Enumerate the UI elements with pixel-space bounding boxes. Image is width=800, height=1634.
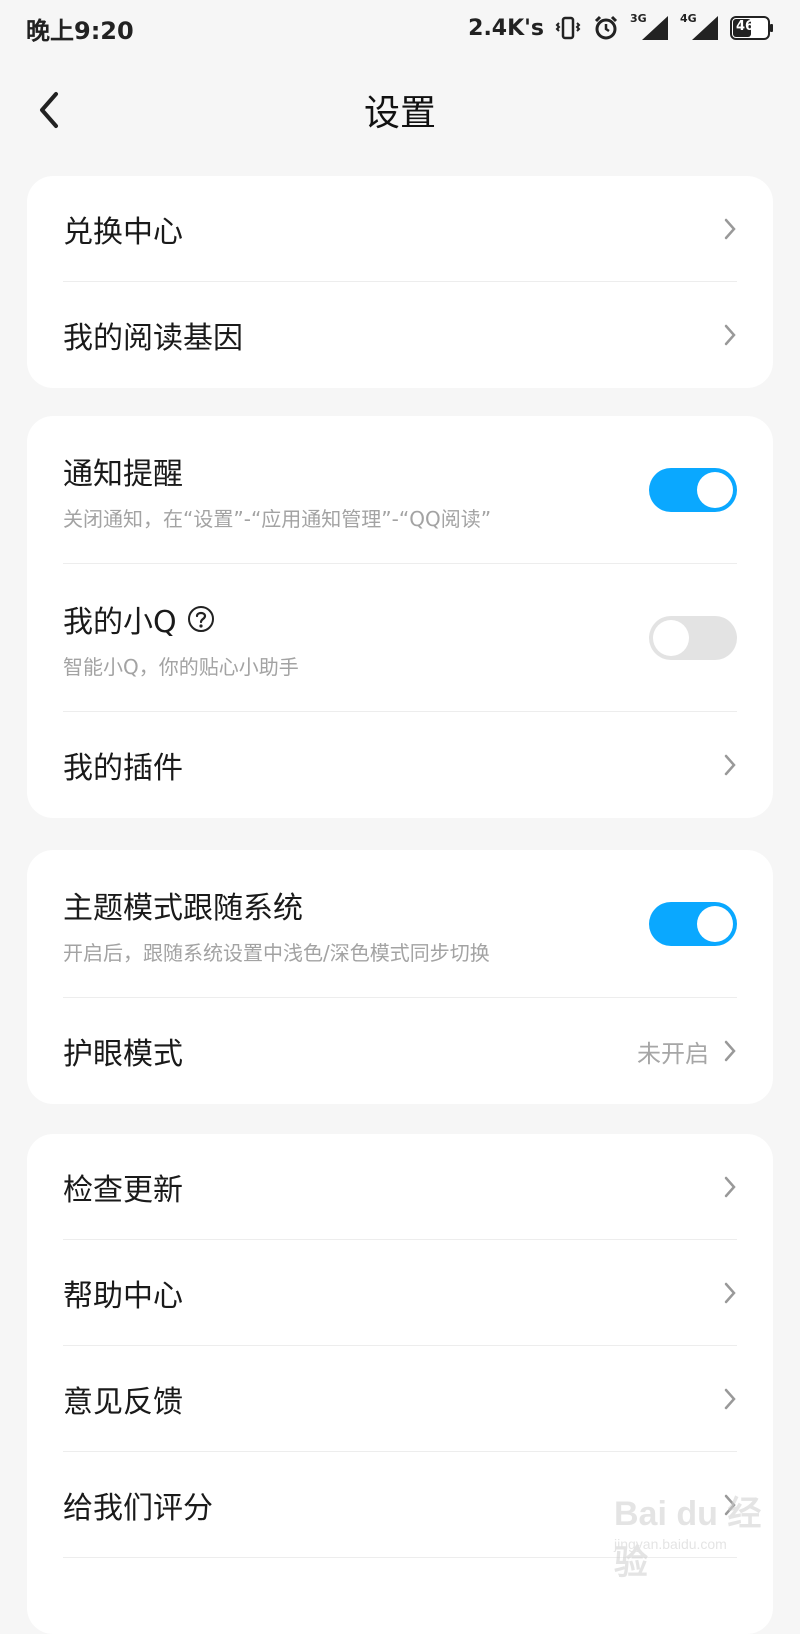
exchange-center-label: 兑换中心 [63,215,183,250]
settings-group-account: 兑换中心 我的阅读基因 [27,176,773,388]
chevron-right-icon [723,323,737,347]
status-bar: 晚上9:20 2.4K's 3G 4G 46 [0,0,800,56]
eye-care-item[interactable]: 护眼模式 未开启 [27,998,773,1104]
signal-3g-label: 3G [630,12,647,25]
toggle-knob [697,906,733,942]
my-xiaoq-toggle[interactable] [649,616,737,660]
theme-follow-toggle[interactable] [649,902,737,946]
help-center-item[interactable]: 帮助中心 [27,1240,773,1346]
chevron-right-icon [723,753,737,777]
my-xiaoq-item: 我的小Q 智能小Q，你的贴心小助手 [27,564,773,712]
chevron-right-icon [723,217,737,241]
notifications-item: 通知提醒 关闭通知，在“设置”-“应用通知管理”-“QQ阅读” [27,416,773,564]
signal-3g-icon: 3G [630,12,670,42]
chevron-right-icon [723,1281,737,1305]
reading-genes-label: 我的阅读基因 [63,321,243,356]
notifications-toggle[interactable] [649,468,737,512]
eye-care-value: 未开启 [637,1039,709,1068]
check-update-label: 检查更新 [63,1173,183,1208]
feedback-label: 意见反馈 [63,1385,183,1420]
my-xiaoq-subtitle: 智能小Q，你的贴心小助手 [63,654,299,679]
divider [63,1557,737,1558]
toggle-knob [697,472,733,508]
chevron-right-icon [723,1175,737,1199]
theme-follow-subtitle: 开启后，跟随系统设置中浅色/深色模式同步切换 [63,940,490,965]
check-update-item[interactable]: 检查更新 [27,1134,773,1240]
alarm-icon [592,14,620,42]
help-center-label: 帮助中心 [63,1279,183,1314]
battery-level: 46 [736,19,755,34]
toggle-knob [653,620,689,656]
status-icons: 2.4K's 3G 4G 46 [468,12,774,42]
battery-icon: 46 [730,16,774,40]
chevron-right-icon [723,1387,737,1411]
chevron-right-icon [723,1493,737,1517]
signal-4g-label: 4G [680,12,697,25]
rate-us-item[interactable]: 给我们评分 [27,1452,773,1558]
notifications-label: 通知提醒 [63,456,183,492]
feedback-item[interactable]: 意见反馈 [27,1346,773,1452]
settings-group-display: 主题模式跟随系统 开启后，跟随系统设置中浅色/深色模式同步切换 护眼模式 未开启 [27,850,773,1104]
exchange-center-item[interactable]: 兑换中心 [27,176,773,282]
signal-4g-icon: 4G [680,12,720,42]
status-time: 晚上9:20 [26,16,134,45]
page-title: 设置 [363,93,436,134]
reading-genes-item[interactable]: 我的阅读基因 [27,282,773,388]
nav-bar: 设置 [0,56,800,168]
theme-follow-label: 主题模式跟随系统 [63,890,303,926]
eye-care-label: 护眼模式 [63,1037,183,1072]
net-speed: 2.4K's [468,15,544,41]
my-xiaoq-label: 我的小Q [63,604,177,640]
vibrate-icon [554,14,582,42]
help-icon[interactable] [187,605,215,633]
chevron-right-icon [723,1039,737,1063]
settings-group-notifications: 通知提醒 关闭通知，在“设置”-“应用通知管理”-“QQ阅读” 我的小Q 智能小… [27,416,773,818]
plugins-label: 我的插件 [63,751,183,786]
rate-us-label: 给我们评分 [63,1491,213,1526]
my-xiaoq-label-group: 我的小Q [63,597,649,641]
plugins-item[interactable]: 我的插件 [27,712,773,818]
theme-follow-item: 主题模式跟随系统 开启后，跟随系统设置中浅色/深色模式同步切换 [27,850,773,998]
notifications-subtitle: 关闭通知，在“设置”-“应用通知管理”-“QQ阅读” [63,506,492,531]
settings-group-about: 检查更新 帮助中心 意见反馈 给我们评分 [27,1134,773,1634]
